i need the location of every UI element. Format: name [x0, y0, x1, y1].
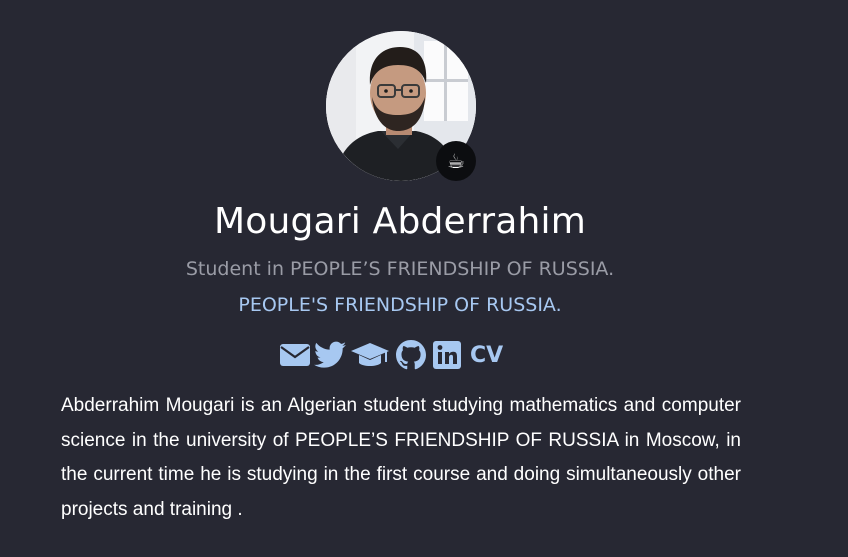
profile-subtitle: Student in PEOPLE’S FRIENDSHIP OF RUSSIA…	[185, 258, 615, 280]
email-link[interactable]	[278, 342, 312, 368]
scholar-link[interactable]	[348, 341, 392, 369]
bio-text: Abderrahim Mougari is an Algerian studen…	[61, 395, 741, 520]
twitter-icon	[314, 341, 346, 368]
cv-link[interactable]: CV	[470, 343, 503, 368]
twitter-link[interactable]	[312, 341, 348, 369]
linkedin-link[interactable]	[430, 341, 464, 369]
linkedin-icon	[433, 341, 461, 369]
github-icon	[396, 340, 426, 370]
graduation-cap-icon	[351, 343, 389, 366]
profile-name: Mougari Abderrahim	[213, 201, 587, 242]
envelope-icon	[280, 344, 310, 366]
profile-affiliation: PEOPLE'S FRIENDSHIP OF RUSSIA.	[238, 294, 562, 316]
status-badge: ☕	[436, 141, 476, 181]
social-links: CV	[278, 338, 503, 372]
avatar-container: ☕	[326, 31, 476, 181]
coffee-icon: ☕	[447, 149, 465, 173]
github-link[interactable]	[392, 340, 430, 370]
